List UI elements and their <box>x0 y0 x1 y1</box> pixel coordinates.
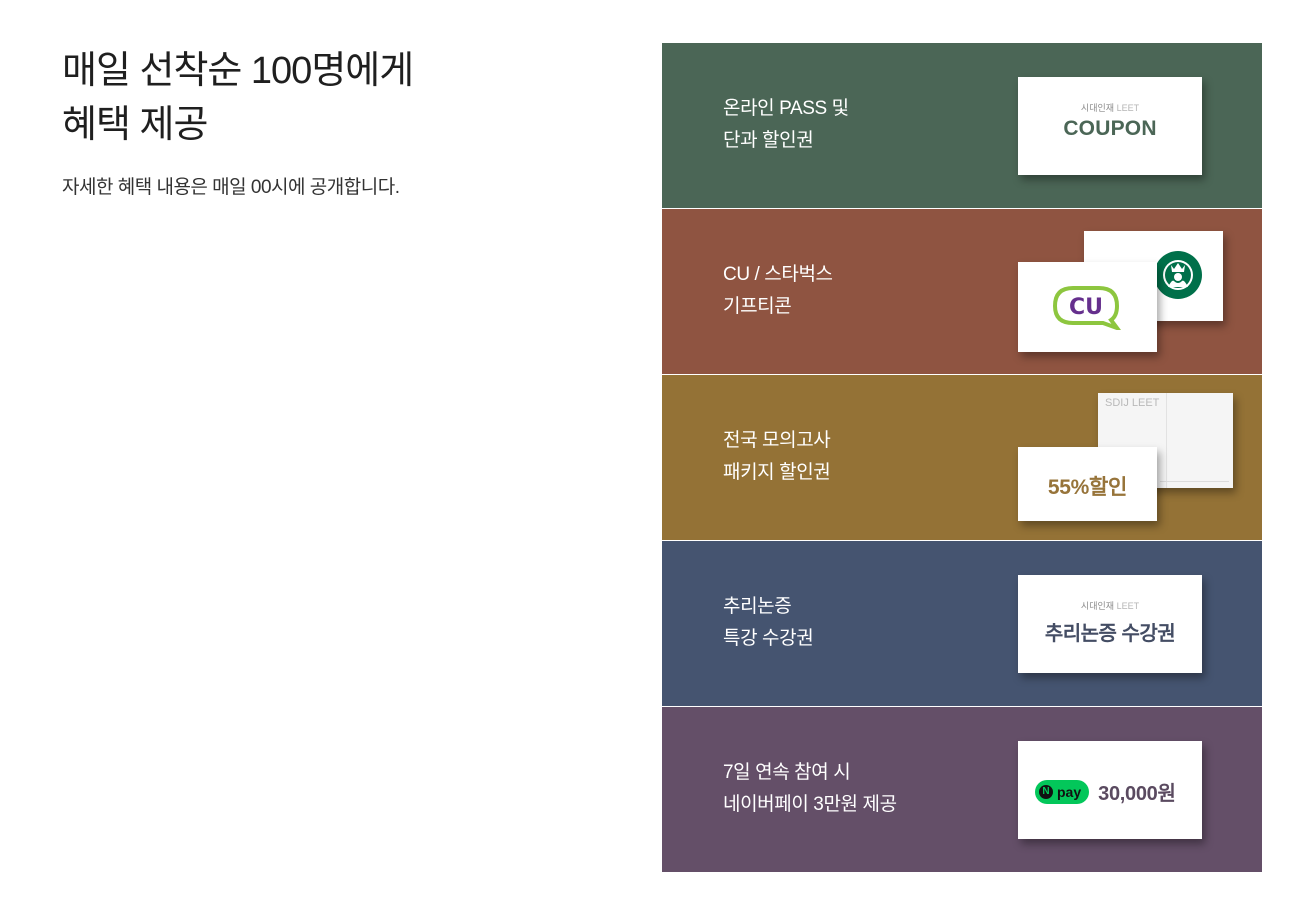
coupon-title: COUPON <box>1063 117 1157 140</box>
mock-brand: SDIJ LEET <box>1105 397 1160 409</box>
headline-line-1: 매일 선착순 100명에게 <box>62 50 414 92</box>
benefit-label-line-2: 패키지 할인권 <box>723 462 831 483</box>
benefit-label-line-2: 기프티콘 <box>723 296 792 317</box>
cu-logo-icon: CU <box>1053 286 1121 330</box>
benefit-label: 온라인 PASS 및 단과 할인권 <box>723 93 849 157</box>
benefit-panel-mock-exam: 전국 모의고사 패키지 할인권 SDIJ LEET 55%할인 <box>662 375 1262 540</box>
cu-logo-text: CU <box>1069 295 1103 320</box>
lecture-card: 시대인재 LEET 추리논증 수강권 <box>1018 575 1202 673</box>
discount-card: 55%할인 <box>1018 447 1157 521</box>
page-title: 매일 선착순 100명에게 혜택 제공 <box>62 44 622 152</box>
mock-divider <box>1166 393 1167 488</box>
benefit-label: 전국 모의고사 패키지 할인권 <box>723 425 831 489</box>
npay-n-mark: N <box>1039 784 1053 799</box>
benefit-label-line-2: 단과 할인권 <box>723 130 814 151</box>
benefit-label-line-1: 온라인 PASS 및 <box>723 98 849 119</box>
benefit-panel-naverpay: 7일 연속 참여 시 네이버페이 3만원 제공 N pay 30,000원 <box>662 707 1262 872</box>
benefit-label-line-2: 특강 수강권 <box>723 628 814 649</box>
npay-amount: 30,000원 <box>1098 783 1176 805</box>
npay-label: pay <box>1057 783 1082 800</box>
naverpay-reward: N pay 30,000원 <box>1035 777 1176 806</box>
card-brand-name: 시대인재 <box>1080 601 1115 611</box>
lecture-title: 추리논증 수강권 <box>1044 623 1176 645</box>
npay-logo-icon: N pay <box>1035 779 1090 804</box>
benefit-label: CU / 스타벅스 기프티콘 <box>723 259 833 323</box>
card-brand: 시대인재 LEET <box>1018 599 1202 612</box>
coupon-card: 시대인재 LEET COUPON <box>1018 77 1202 175</box>
benefit-panel-pass-coupon: 온라인 PASS 및 단과 할인권 시대인재 LEET COUPON <box>662 43 1262 208</box>
benefit-label-line-1: 전국 모의고사 <box>723 430 831 451</box>
benefit-label-line-1: CU / 스타벅스 <box>723 264 833 285</box>
headline-line-2: 혜택 제공 <box>62 104 208 146</box>
mock-footer-line <box>1160 481 1229 482</box>
naverpay-card: N pay 30,000원 <box>1018 741 1202 839</box>
card-brand-accent: LEET <box>1116 601 1140 611</box>
card-brand-accent: LEET <box>1116 103 1140 113</box>
intro-section: 매일 선착순 100명에게 혜택 제공 자세한 혜택 내용은 매일 00시에 공… <box>62 44 622 202</box>
benefit-label-line-1: 추리논증 <box>723 596 792 617</box>
card-brand: 시대인재 LEET <box>1018 101 1202 114</box>
benefit-label: 추리논증 특강 수강권 <box>723 591 814 655</box>
benefit-label: 7일 연속 참여 시 네이버페이 3만원 제공 <box>723 757 897 821</box>
benefit-label-line-1: 7일 연속 참여 시 <box>723 762 851 783</box>
benefit-panel-lecture: 추리논증 특강 수강권 시대인재 LEET 추리논증 수강권 <box>662 541 1262 706</box>
benefit-panels: 온라인 PASS 및 단과 할인권 시대인재 LEET COUPON CU / … <box>662 43 1262 872</box>
page-subtitle: 자세한 혜택 내용은 매일 00시에 공개합니다. <box>62 177 400 198</box>
benefit-label-line-2: 네이버페이 3만원 제공 <box>723 794 897 815</box>
cu-card: CU <box>1018 262 1157 352</box>
discount-text: 55%할인 <box>1047 476 1128 499</box>
card-brand-name: 시대인재 <box>1080 103 1115 113</box>
benefit-panel-gifticon: CU / 스타벅스 기프티콘 CU <box>662 209 1262 374</box>
starbucks-logo-icon <box>1154 251 1202 299</box>
